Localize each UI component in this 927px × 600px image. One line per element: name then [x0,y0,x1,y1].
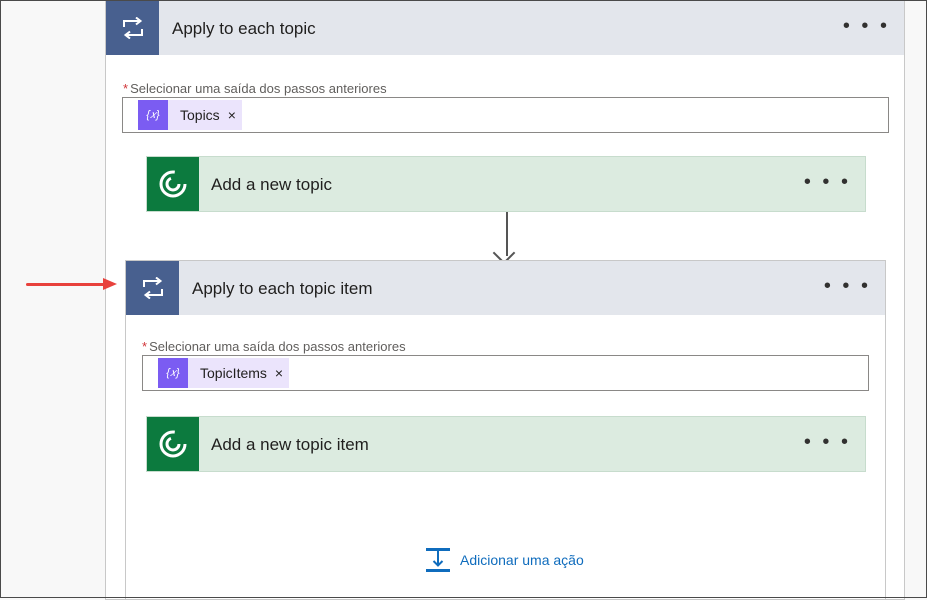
required-marker: * [142,339,148,354]
inner-select-output-label: * Selecionar uma saída dos passos anterio… [142,339,406,354]
add-action-label: Adicionar uma ação [460,552,584,568]
topics-token-remove-icon[interactable]: × [228,107,236,123]
inner-select-output-input[interactable]: {𝑥} TopicItems × [142,355,869,391]
apply-to-each-topic-more-button[interactable]: • • • [843,1,890,55]
add-a-new-topic-item-title: Add a new topic item [211,435,369,454]
topics-token-label: Topics [180,107,220,123]
dataverse-icon [147,157,199,211]
loop-icon [126,261,179,315]
red-arrow-icon [26,283,110,286]
inner-select-output-label-text: Selecionar uma saída dos passos anterior… [149,339,406,354]
add-action-button[interactable]: Adicionar uma ação [424,544,584,576]
topicitems-token-remove-icon[interactable]: × [275,365,283,381]
topicitems-token-label: TopicItems [200,365,267,381]
outer-select-output-input[interactable]: {𝑥} Topics × [122,97,889,133]
add-a-new-topic-card[interactable]: Add a new topic • • • [146,156,866,212]
add-a-new-topic-item-more-button[interactable]: • • • [804,417,851,471]
red-arrowhead-icon [103,278,117,290]
dataverse-icon [147,417,199,471]
apply-to-each-topic-item-header[interactable]: Apply to each topic item • • • [126,261,885,315]
add-a-new-topic-more-button[interactable]: • • • [804,157,851,211]
add-a-new-topic-item-card[interactable]: Add a new topic item • • • [146,416,866,472]
topicitems-token[interactable]: {𝑥} TopicItems × [158,358,290,388]
apply-to-each-topic-title: Apply to each topic [172,19,316,38]
apply-to-each-topic-item-title: Apply to each topic item [192,279,373,298]
required-marker: * [123,81,129,96]
expression-icon: {𝑥} [138,100,168,130]
outer-select-output-label-text: Selecionar uma saída dos passos anterior… [130,81,387,96]
apply-to-each-topic-header[interactable]: Apply to each topic • • • [106,1,904,55]
apply-to-each-topic-item-more-button[interactable]: • • • [824,261,871,315]
add-action-icon [426,548,450,572]
outer-select-output-label: * Selecionar uma saída dos passos anterio… [123,81,387,96]
add-a-new-topic-title: Add a new topic [211,175,332,194]
topics-token[interactable]: {𝑥} Topics × [138,100,242,130]
expression-icon: {𝑥} [158,358,188,388]
loop-icon [106,1,159,55]
